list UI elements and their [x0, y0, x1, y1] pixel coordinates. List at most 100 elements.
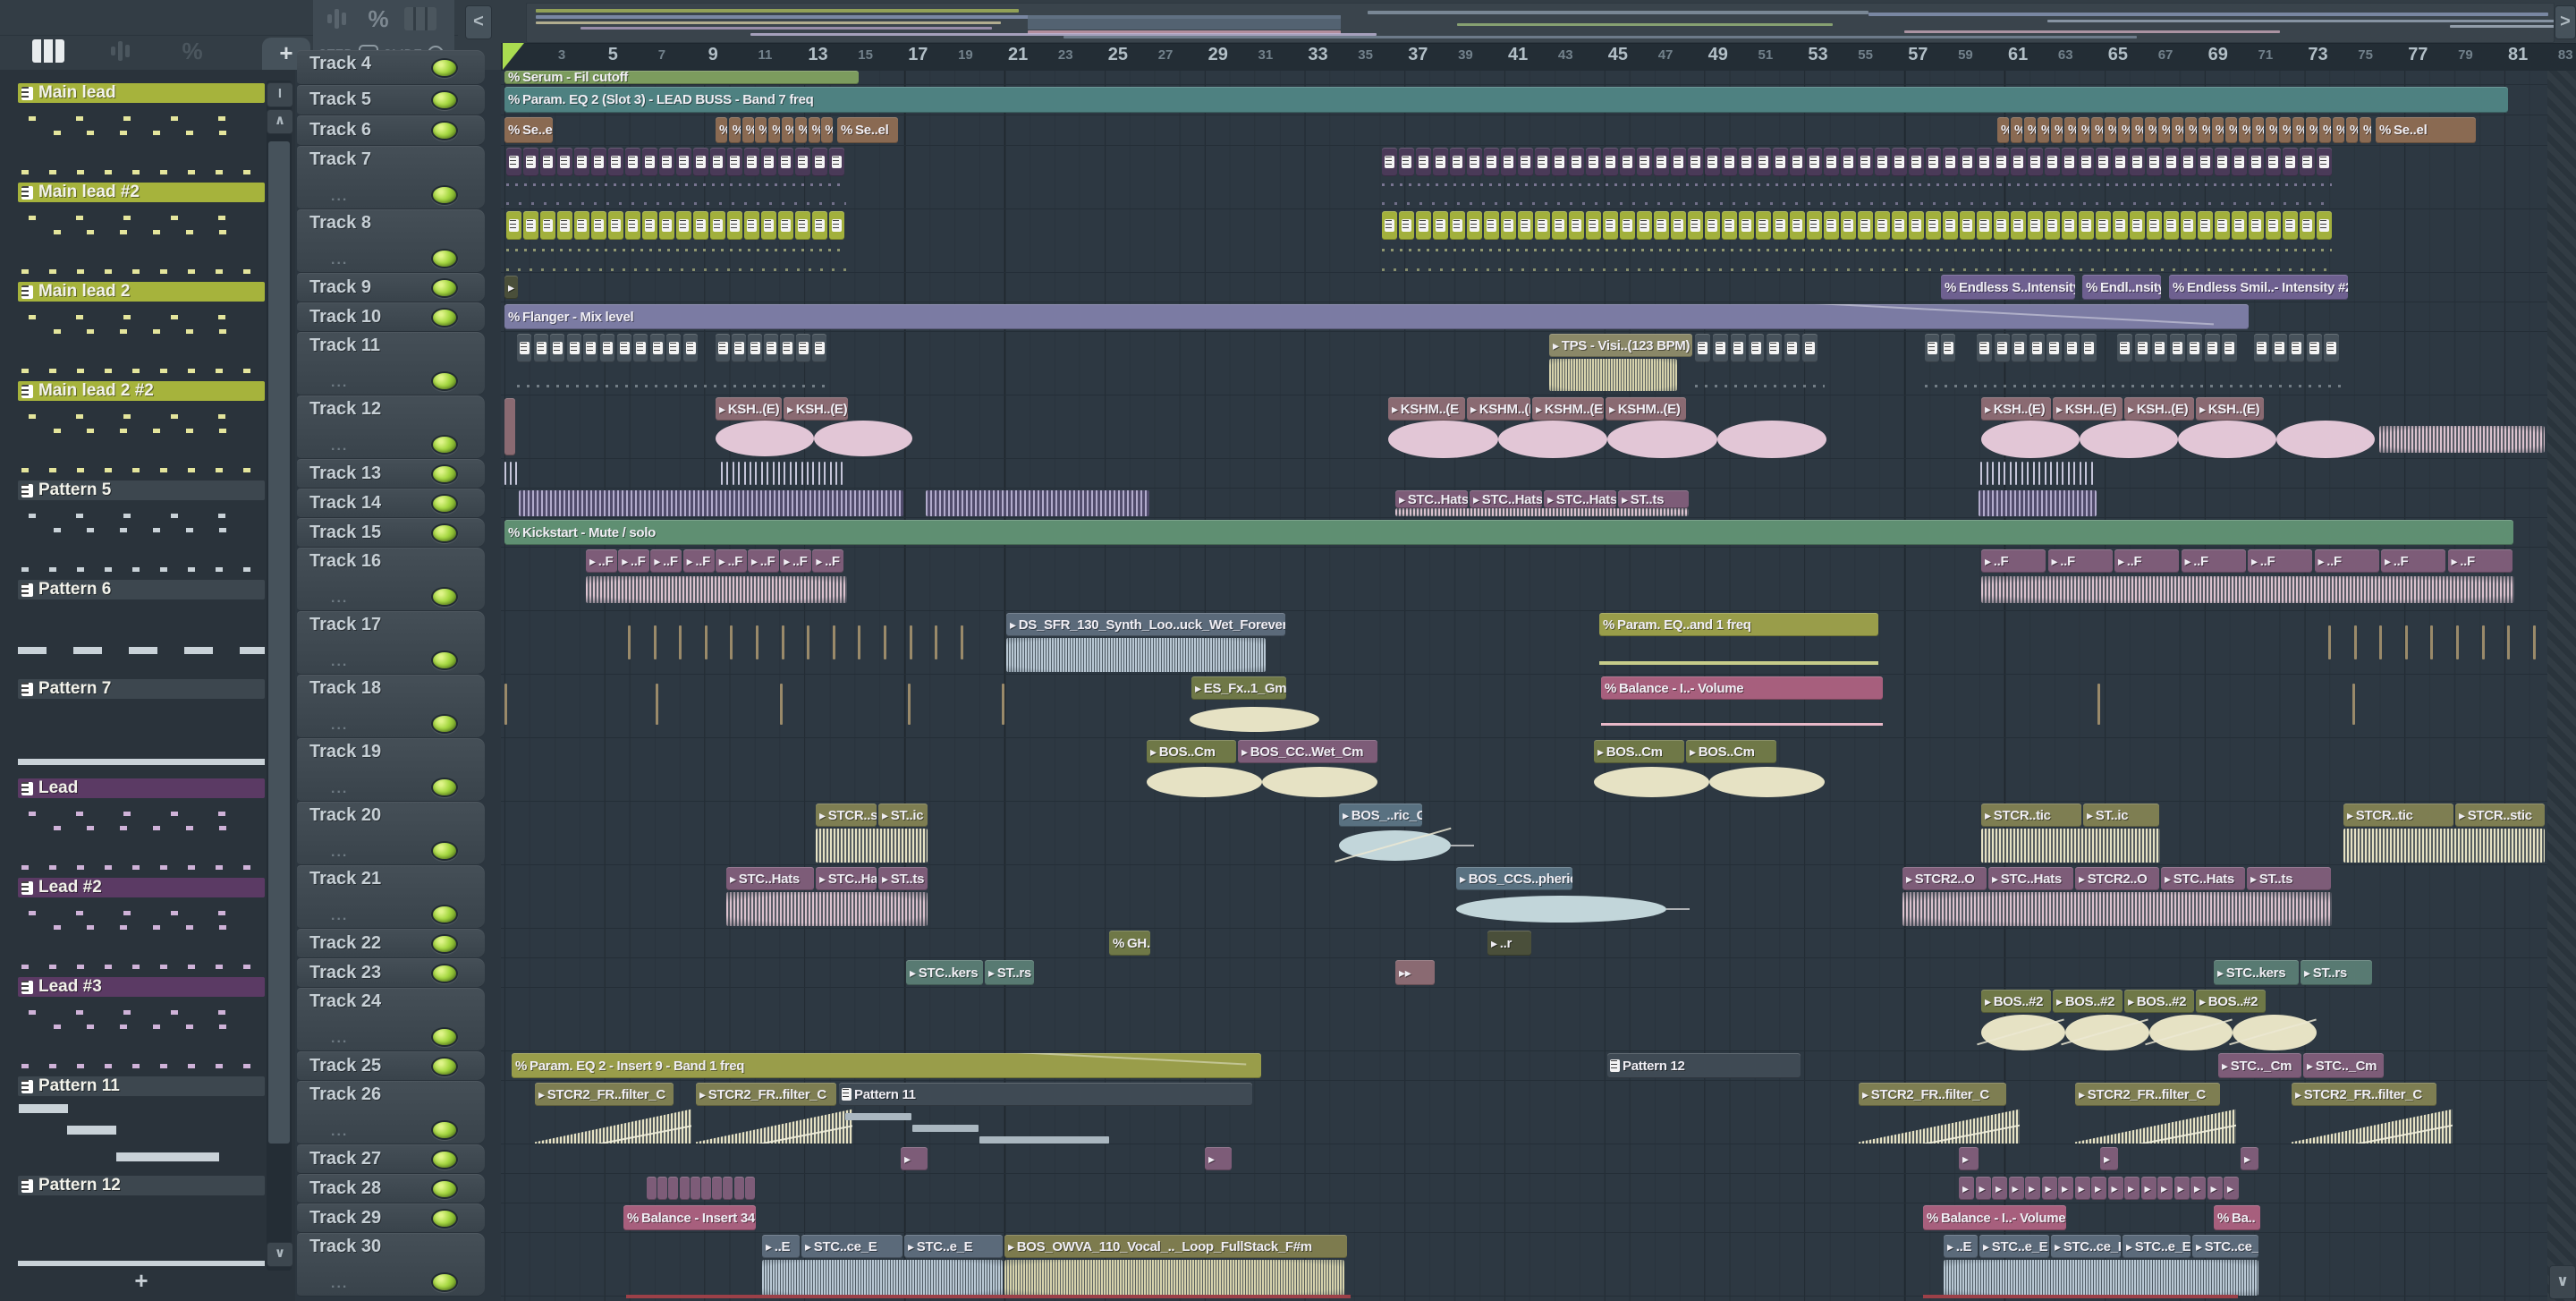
pattern-clip[interactable] — [1535, 148, 1550, 176]
pattern-clip[interactable] — [659, 148, 674, 176]
pattern-clip[interactable] — [1433, 148, 1448, 176]
audio-clip[interactable]: ▸ — [2124, 1177, 2140, 1200]
pattern-clip[interactable] — [1926, 148, 1941, 176]
pattern-clip[interactable] — [2232, 211, 2247, 240]
pattern-clip[interactable] — [764, 334, 778, 362]
track-header[interactable]: Track 26... — [297, 1081, 485, 1144]
audio-clip[interactable]: ▸ STCR..tic — [2343, 804, 2453, 827]
audio-clip[interactable]: ▸ BOS..Cm — [1594, 740, 1684, 763]
audio-clip[interactable]: ▸ BOS..#2 — [2196, 990, 2266, 1013]
pattern-clip[interactable] — [1943, 148, 1958, 176]
tick-clip[interactable] — [829, 462, 832, 485]
tick-clip[interactable] — [807, 462, 809, 485]
track-enable-led[interactable] — [431, 1179, 458, 1199]
audio-clip[interactable]: ▸ ..F — [2381, 549, 2445, 573]
pattern-clip[interactable] — [1416, 211, 1431, 240]
pattern-clip[interactable] — [1756, 211, 1771, 240]
audio-clip[interactable]: ▸ STCR2_FR..filter_C — [2292, 1083, 2436, 1106]
pattern-clip[interactable] — [1705, 148, 1720, 176]
tick-clip[interactable] — [2090, 462, 2093, 485]
pattern-clip[interactable] — [812, 334, 826, 362]
tick-clip[interactable] — [2015, 462, 2017, 485]
tick-clip[interactable] — [743, 462, 746, 485]
pattern-clip[interactable] — [2029, 334, 2045, 362]
piano-icon[interactable] — [32, 39, 64, 63]
automation-clip[interactable]: % Endless Smil..- Intensity #2 — [2169, 275, 2348, 300]
pattern-clip[interactable] — [1620, 148, 1635, 176]
pattern-clip[interactable] — [1654, 211, 1669, 240]
audio-clip[interactable]: ▸DS_SFR_130_Synth_Loo..uck_Wet_Forever_G… — [1006, 613, 1285, 636]
audio-clip[interactable]: ▸ STCR2_FR..filter_C — [2075, 1083, 2220, 1106]
audio-clip[interactable]: ▸ — [1205, 1147, 1232, 1170]
audio-clip[interactable]: ▸ ST..ts — [1618, 490, 1689, 508]
tick-clip[interactable] — [767, 462, 769, 485]
tick-clip[interactable] — [2004, 462, 2005, 485]
audio-clip[interactable]: ▸ BOS..#2 — [2124, 990, 2194, 1013]
pattern-clip[interactable] — [583, 334, 598, 362]
pattern-preview[interactable] — [18, 203, 265, 275]
audio-clip[interactable]: ▸ ..F — [586, 549, 617, 573]
pattern-clip[interactable] — [1399, 211, 1414, 240]
pattern-card[interactable]: Pattern 12 — [18, 1176, 265, 1268]
track-enable-led[interactable] — [431, 1120, 458, 1140]
audio-clip[interactable]: ▸ — [1959, 1147, 1979, 1170]
pattern-clip[interactable] — [1767, 334, 1782, 362]
pattern-clip[interactable] — [649, 334, 665, 362]
tick-clip[interactable] — [1002, 684, 1004, 725]
pattern-clip[interactable] — [517, 334, 531, 362]
automation-clip[interactable]: % — [821, 117, 834, 143]
pattern-clip[interactable] — [1994, 334, 2010, 362]
tick-clip[interactable] — [818, 462, 820, 485]
pattern-clip[interactable] — [1875, 148, 1890, 176]
tick-clip[interactable] — [628, 625, 631, 659]
scroll-left-button[interactable]: < — [465, 5, 492, 39]
pattern-clip[interactable] — [1858, 211, 1873, 240]
pattern-preview[interactable] — [18, 501, 265, 573]
track-enable-led[interactable] — [431, 435, 458, 455]
tick-clip[interactable] — [2062, 462, 2063, 485]
automation-clip[interactable]: %GH.. — [1109, 931, 1150, 956]
pattern-clip[interactable] — [1926, 211, 1941, 240]
audio-clip[interactable]: ▸ ..F — [2181, 549, 2246, 573]
tick-clip[interactable] — [2032, 462, 2035, 485]
audio-clip[interactable]: ▸ KSH..(E) — [784, 397, 848, 421]
playhead-marker[interactable] — [503, 43, 524, 70]
automation-clip[interactable]: % Flanger - Mix level — [504, 304, 2249, 329]
tick-clip[interactable] — [835, 462, 837, 485]
automation-clip[interactable]: % — [2252, 117, 2264, 143]
tick-clip[interactable] — [2009, 462, 2012, 485]
pattern-clip[interactable] — [778, 211, 793, 240]
audio-clip[interactable]: ▸ — [1992, 1177, 2007, 1200]
audio-clip[interactable]: ▸ — [2140, 1177, 2157, 1200]
pattern-clip[interactable] — [1739, 211, 1754, 240]
track-enable-led[interactable] — [431, 371, 458, 391]
automation-clip[interactable]: % — [2212, 117, 2224, 143]
track-header[interactable]: Track 25 — [297, 1051, 485, 1081]
pattern-clip[interactable] — [540, 148, 555, 176]
pattern-clip[interactable] — [2204, 334, 2220, 362]
pattern-picker-scroll-thumb[interactable] — [268, 141, 290, 1144]
pattern-clip[interactable] — [2283, 211, 2298, 240]
pattern-preview[interactable] — [18, 402, 265, 473]
pattern-clip[interactable] — [812, 211, 827, 240]
waveform-icon[interactable] — [104, 39, 136, 63]
pattern-clip[interactable] — [523, 148, 538, 176]
tick-clip[interactable] — [704, 625, 708, 659]
tick-clip[interactable] — [2352, 684, 2355, 725]
audio-clip[interactable]: ▸KSHM..(E — [1532, 397, 1604, 421]
pattern-clip[interactable] — [616, 334, 631, 362]
tick-clip[interactable] — [504, 462, 506, 485]
audio-clip[interactable]: ▸STCR..stic — [2455, 804, 2545, 827]
tick-clip[interactable] — [1980, 462, 1982, 485]
automation-clip[interactable]: % — [1997, 117, 2009, 143]
automation-clip[interactable]: % Param. EQ 2 (Slot 3) - LEAD BUSS - Band… — [504, 87, 2508, 113]
audio-clip[interactable]: ▸ KSH..(E) — [2124, 397, 2194, 421]
pattern-card-header[interactable]: Pattern 12 — [18, 1176, 265, 1195]
pattern-preview[interactable] — [18, 302, 265, 374]
pattern-card-header[interactable]: Main lead 2 #2 — [18, 381, 265, 401]
pattern-clip[interactable] — [2011, 211, 2026, 240]
pattern-clip[interactable] — [1960, 148, 1975, 176]
pattern-card[interactable]: Pattern 6 — [18, 580, 265, 672]
pattern-clip[interactable] — [1467, 148, 1482, 176]
pattern-clip[interactable] — [1824, 148, 1839, 176]
